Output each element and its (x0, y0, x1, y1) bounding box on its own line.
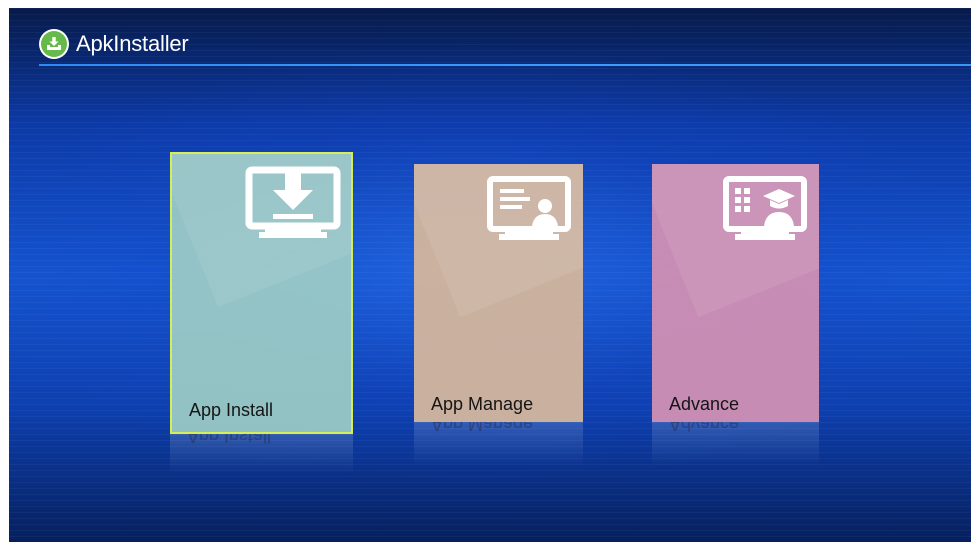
advance-label: Advance (669, 394, 740, 414)
app-install-tile[interactable]: App Install (170, 152, 353, 434)
app-manage-tile[interactable]: App Manage (414, 164, 583, 422)
download-tray-icon (39, 29, 69, 59)
app-install-label: App Install (189, 400, 274, 420)
app-manage-reflection: App Manage (414, 422, 583, 466)
advance-reflection: Advance (652, 422, 819, 466)
app-title: ApkInstaller (76, 31, 189, 56)
advance-tile[interactable]: Advance (652, 164, 819, 422)
grid-graduation-monitor-icon (723, 176, 807, 240)
app-install-reflection: App Install (170, 434, 353, 474)
title-bar: ApkInstaller (39, 26, 189, 62)
title-divider (39, 64, 971, 66)
download-monitor-icon (245, 166, 341, 238)
launcher-screen: ApkInstaller App Install App Install App… (9, 8, 971, 542)
app-manage-label: App Manage (431, 394, 534, 414)
profile-card-monitor-icon (487, 176, 571, 240)
